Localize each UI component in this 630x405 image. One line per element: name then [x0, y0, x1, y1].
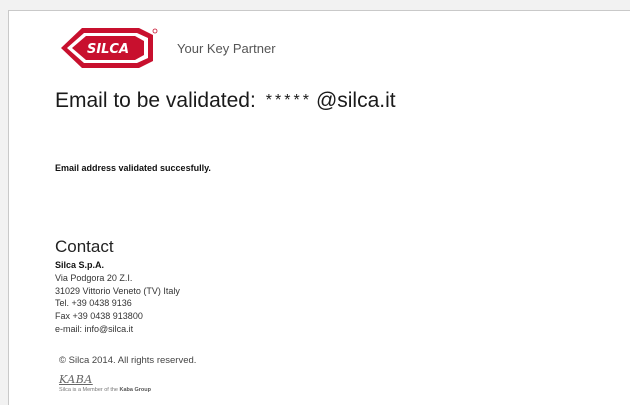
copyright: © Silca 2014. All rights reserved. [59, 355, 197, 366]
fax: Fax +39 0438 913800 [55, 311, 143, 322]
kaba-footer: KABA Silca is a Member of the Kaba Group [59, 373, 151, 393]
member-group: Kaba Group [119, 387, 152, 393]
member-note: Silca is a Member of the Kaba Group [59, 387, 151, 393]
email-page: SILCA Your Key Partner Email to be valid… [8, 10, 630, 405]
logo-text: SILCA [87, 42, 129, 57]
title-label: Email to be validated: [55, 89, 256, 112]
city-line: 31029 Vittorio Veneto (TV) Italy [55, 285, 180, 296]
address-line: Via Podgora 20 Z.I. [55, 272, 133, 283]
contact-heading: Contact [55, 237, 114, 256]
email-domain: @silca.it [315, 89, 396, 112]
email-link[interactable]: e-mail: info@silca.it [55, 323, 180, 336]
contact-block: Silca S.p.A. Via Podgora 20 Z.I. 31029 V… [55, 259, 180, 336]
masked-email-user: ***** [265, 92, 312, 109]
telephone: Tel. +39 0438 9136 [55, 298, 132, 309]
tagline: Your Key Partner [177, 40, 276, 56]
silca-logo[interactable]: SILCA [57, 25, 159, 71]
kaba-logo[interactable]: KABA [59, 373, 151, 386]
company-name: Silca S.p.A. [55, 260, 105, 270]
member-prefix: Silca is a Member of the [59, 387, 118, 393]
status-message: Email address validated succesfully. [55, 163, 211, 173]
header: SILCA Your Key Partner [57, 25, 276, 71]
page-title: Email to be validated: ***** @silca.it [55, 89, 396, 113]
